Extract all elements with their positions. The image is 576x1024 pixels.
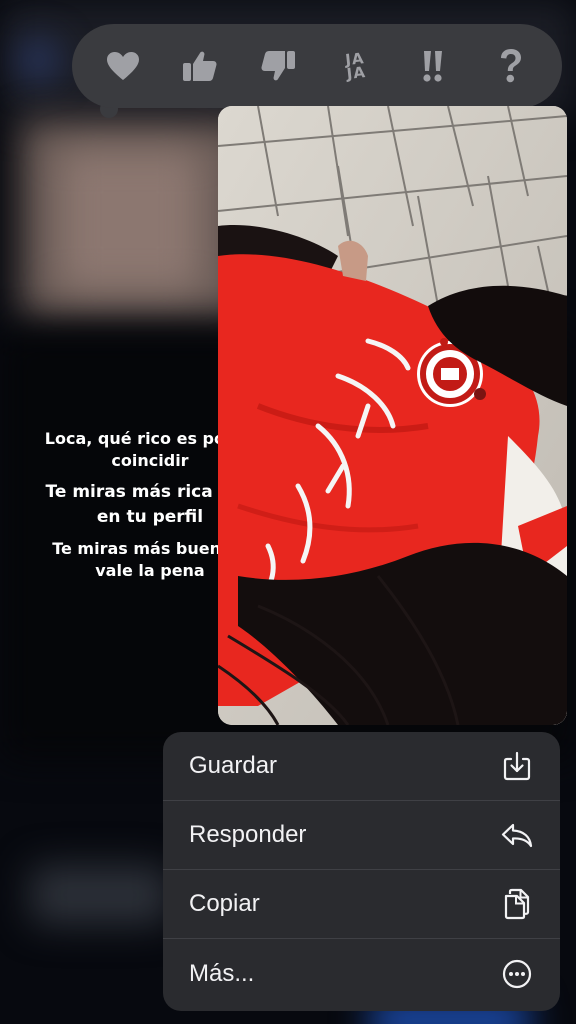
menu-item-save-label: Guardar [189, 752, 278, 779]
photo-image [218, 106, 567, 725]
message-context-menu: Guardar Responder Copiar Más... [163, 732, 560, 1011]
menu-item-save[interactable]: Guardar [163, 732, 560, 801]
more-ellipsis-icon [500, 957, 534, 991]
reaction-bar: JA JA [72, 24, 562, 108]
haha-reaction-button[interactable]: JA JA [328, 38, 384, 94]
heart-icon [106, 52, 139, 80]
thumbs-up-reaction-button[interactable] [172, 38, 228, 94]
menu-item-more[interactable]: Más... [163, 939, 560, 1008]
menu-item-copy[interactable]: Copiar [163, 870, 560, 939]
menu-item-copy-label: Copiar [189, 890, 260, 917]
heart-reaction-button[interactable] [95, 38, 151, 94]
emphasize-reaction-button[interactable] [405, 38, 461, 94]
menu-item-reply[interactable]: Responder [163, 801, 560, 870]
menu-item-reply-label: Responder [189, 821, 307, 848]
thumbs-down-reaction-button[interactable] [250, 38, 306, 94]
reply-icon [500, 818, 534, 852]
menu-item-more-label: Más... [189, 959, 255, 987]
thumbs-up-icon [183, 51, 217, 81]
question-icon [501, 49, 522, 83]
haha-icon: JA JA [344, 49, 368, 83]
question-reaction-button[interactable] [483, 38, 539, 94]
photo-message[interactable] [218, 106, 567, 725]
save-download-icon [500, 749, 534, 783]
thumbs-down-icon [261, 51, 296, 81]
chat-screen: JA JA Loca, qué rico es poder coincidir … [0, 0, 576, 1024]
double-exclamation-icon [423, 51, 443, 82]
copy-icon [500, 887, 534, 921]
